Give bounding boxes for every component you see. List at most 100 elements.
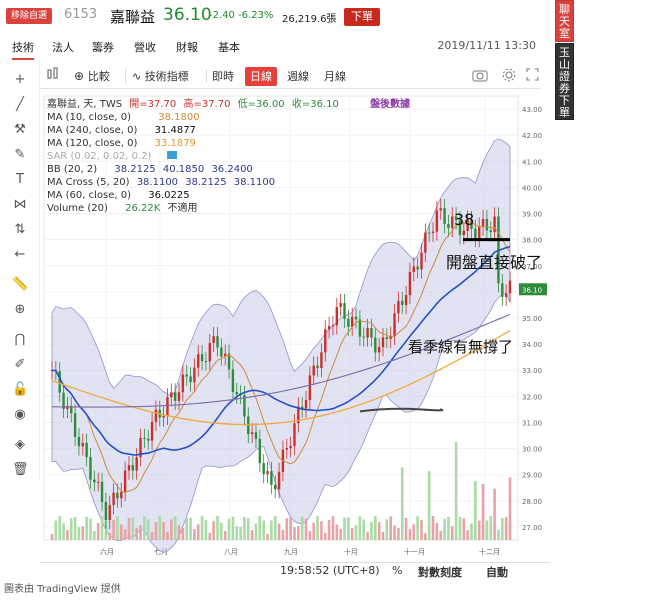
status-time: 19:58:52 (UTC+8) [280,564,380,577]
legend-open: 開=37.70 [129,99,177,110]
volume-bar [177,525,181,540]
brush-icon[interactable]: ✎ [12,147,28,163]
forecast-icon[interactable]: ⇅ [12,222,28,238]
legend-macross-v1: 38.1100 [136,177,179,188]
candle-body [485,218,489,231]
candle-body [343,303,346,319]
tab-basics[interactable]: 基本 [218,39,240,55]
broker-order-button[interactable]: 玉山證券下單 [555,43,574,120]
stock-code: 6153 [64,7,98,22]
pencil-lock-icon[interactable]: ✐ [12,357,28,373]
order-button[interactable]: 下單 [344,8,380,26]
candle-body [208,343,211,362]
volume-bar [173,516,177,540]
volume-bar [504,517,508,540]
symbol-search-icon[interactable] [46,67,60,86]
fib-tool-icon[interactable]: ⚒ [12,122,28,138]
percent-toggle[interactable]: % [392,564,402,577]
volume-bar [377,522,381,540]
candle-body [347,318,350,327]
annotation-break-note: 開盤直接破了 [446,253,543,272]
volume-bar [474,481,477,540]
interval-week-button[interactable]: 週線 [287,67,309,86]
after-hours-link[interactable]: 盤後數據 [370,99,410,110]
candle-body [351,316,354,327]
volume-bar [447,516,450,540]
tab-revenue[interactable]: 營收 [134,39,156,55]
volume-bar [300,516,304,540]
candle-body [189,376,192,383]
price-tick-label: 32.00 [522,393,542,401]
auto-scale-toggle[interactable]: 自動 [486,564,508,580]
eye-icon[interactable]: ◉ [12,407,28,423]
candle-body [81,442,84,447]
interval-intraday-button[interactable]: 即時 [212,67,234,86]
volume-bar [477,520,481,540]
candle-body [327,325,331,330]
volume-bar [100,516,104,540]
chat-room-button[interactable]: 聊天室 [555,0,574,42]
remove-watchlist-button[interactable]: 移除自選 [6,8,53,24]
volume-bar [158,516,162,540]
footer-credit: 圖表由 TradingView 提供 [4,584,121,595]
candle-body [131,465,135,471]
pattern-icon[interactable]: ⋈ [12,197,28,213]
price-tick-label: 35.00 [522,315,542,323]
volume-bar [96,522,100,540]
settings-gear-icon[interactable] [502,68,516,87]
candle-body [154,409,158,422]
candle-body [408,271,412,295]
volume-bar [435,522,439,540]
legend-ma240-value: 31.4877 [154,125,196,136]
trend-line-icon[interactable]: ╱ [12,97,28,113]
legend-sar-label: SAR (0.02, 0.02, 0.2) [47,151,152,162]
candle-body [504,293,508,297]
tab-institutional[interactable]: 法人 [52,39,74,55]
tab-financials[interactable]: 財報 [176,39,198,55]
price-change: -2.40 -6.23% [209,10,274,21]
legend-sar: SAR (0.02, 0.02, 0.2) [47,150,477,163]
candle-body [312,365,315,376]
candle-body [116,492,119,499]
indicators-button[interactable]: ∿ 技術指標 [132,67,189,86]
candle-body [173,392,177,401]
candle-body [120,491,123,499]
volume-bar [489,516,493,540]
volume-bar [73,517,77,540]
volume-bar [281,529,285,540]
interval-day-button[interactable]: 日線 [245,67,277,86]
volume-bar [385,519,389,540]
lock-icon[interactable]: 🔓 [12,382,28,398]
candle-body [404,294,408,306]
tab-technical[interactable]: 技術 [12,39,34,60]
log-scale-toggle[interactable]: 對數刻度 [418,564,462,580]
volume-bar [323,532,327,540]
zoom-in-icon[interactable]: ⊕ [12,302,28,318]
text-tool-icon[interactable]: T [12,172,28,188]
candle-body [262,463,265,475]
candle-body [374,337,377,353]
crosshair-icon[interactable]: + [12,72,28,88]
stock-header: 移除自選 6153 嘉聯益 36.10 -2.40 -6.23% 26,219.… [0,0,548,34]
volume-bar [50,534,54,540]
magnet-icon[interactable]: ⋂ [12,332,28,348]
volume-bar [316,516,319,540]
interval-month-button[interactable]: 月線 [324,67,346,86]
compare-button[interactable]: ⊕ 比較 [74,67,110,86]
camera-icon[interactable] [472,68,488,87]
datetime-label: 2019/11/11 13:30 [437,39,536,52]
candle-body [247,416,250,435]
volume-bar [481,483,485,540]
fullscreen-icon[interactable] [526,68,539,87]
layers-icon[interactable]: ◈ [12,437,28,453]
volume-bar [250,530,254,540]
trash-icon[interactable]: 🗑 [12,462,29,478]
volume-bar [181,528,185,540]
volume-bar [93,531,96,540]
visibility-toggle-icon[interactable] [166,151,177,159]
tab-margin[interactable]: 籌券 [92,39,114,55]
back-arrow-icon[interactable]: ← [12,247,28,263]
chart-toolbar: ⊕ 比較 ∿ 技術指標 即時 日線 週線 月線 [40,64,540,89]
volume-bar [62,523,65,540]
ruler-icon[interactable]: 📏 [12,277,28,293]
